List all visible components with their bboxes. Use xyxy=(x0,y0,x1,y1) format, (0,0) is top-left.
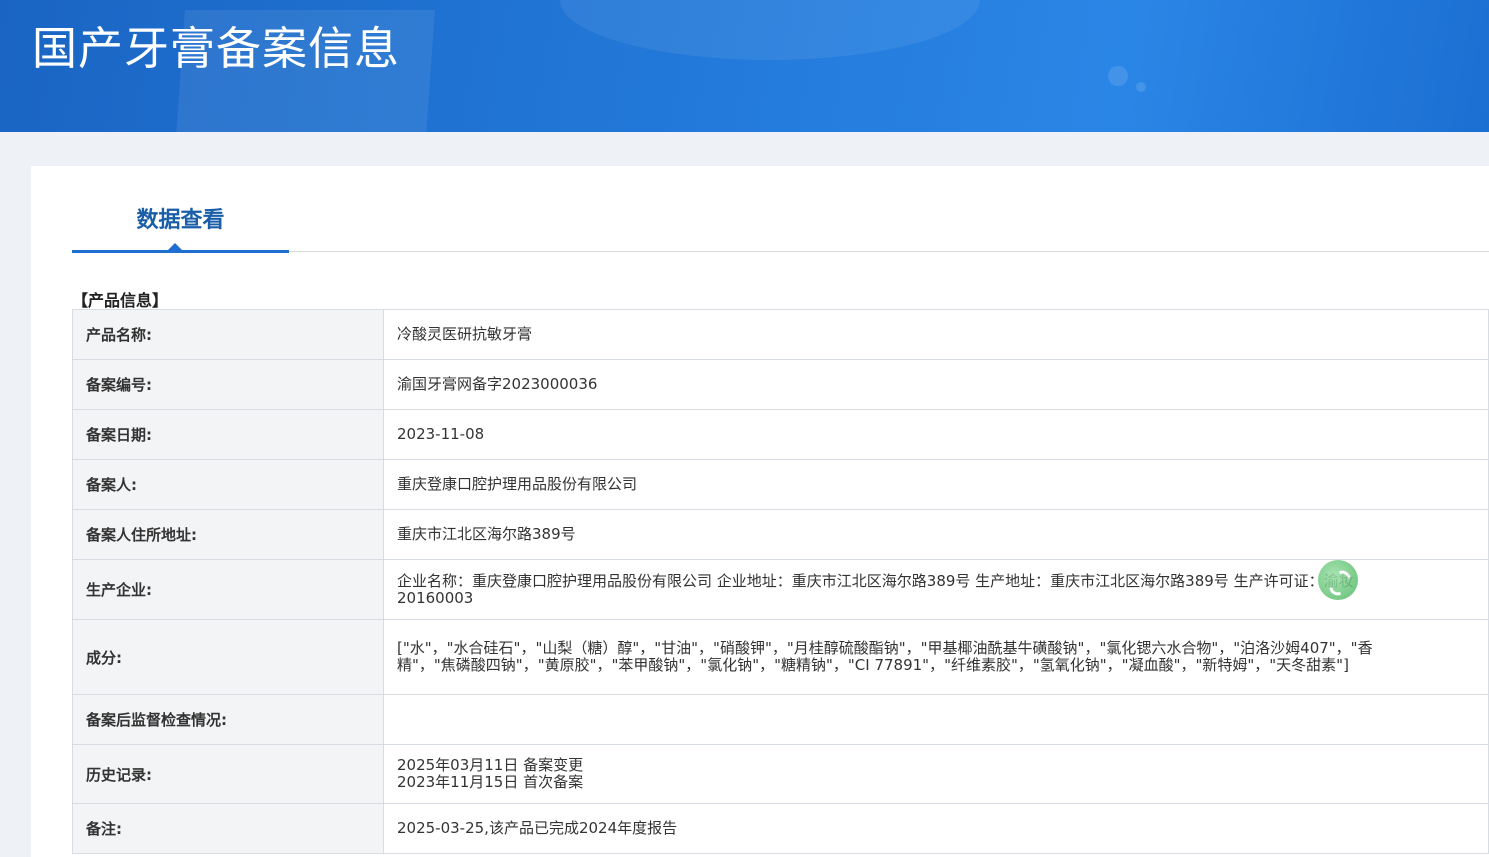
page-title: 国产牙膏备案信息 xyxy=(32,22,401,75)
table-row: 备案后监督检查情况: xyxy=(72,694,1489,745)
field-value: 2025-03-25,该产品已完成2024年度报告 xyxy=(383,803,1489,854)
table-row: 备案人: 重庆登康口腔护理用品股份有限公司 xyxy=(72,459,1489,510)
field-label: 生产企业: xyxy=(72,559,384,620)
field-value: 2023-11-08 xyxy=(383,409,1489,460)
header-banner: 国产牙膏备案信息 xyxy=(0,0,1489,132)
field-label: 备案编号: xyxy=(72,359,384,410)
table-row: 生产企业: 企业名称：重庆登康口腔护理用品股份有限公司 企业地址：重庆市江北区海… xyxy=(72,559,1489,620)
tab-caret-icon xyxy=(168,243,182,250)
field-label: 产品名称: xyxy=(72,309,384,360)
field-value: ["水"，"水合硅石"，"山梨（糖）醇"，"甘油"，"硝酸钾"，"月桂醇硫酸酯钠… xyxy=(383,619,1489,695)
field-value: 2025年03月11日 备案变更 2023年11月15日 首次备案 xyxy=(383,744,1489,804)
field-label: 备案后监督检查情况: xyxy=(72,694,384,745)
content-panel: 数据查看 【产品信息】 产品名称: 冷酸灵医研抗敏牙膏 备案编号: 渝国牙膏网备… xyxy=(31,166,1489,857)
table-row: 备案编号: 渝国牙膏网备字2023000036 xyxy=(72,359,1489,410)
history-entry: 2025年03月11日 备案变更 xyxy=(397,756,584,774)
field-value: 渝国牙膏网备字2023000036 xyxy=(383,359,1489,410)
table-row: 备注: 2025-03-25,该产品已完成2024年度报告 xyxy=(72,803,1489,854)
banner-decoration xyxy=(560,0,980,60)
banner-decoration xyxy=(1108,66,1128,86)
banner-decoration xyxy=(1136,82,1146,92)
table-row: 成分: ["水"，"水合硅石"，"山梨（糖）醇"，"甘油"，"硝酸钾"，"月桂醇… xyxy=(72,619,1489,695)
history-entry: 2023年11月15日 首次备案 xyxy=(397,773,584,791)
field-value xyxy=(383,694,1489,745)
table-row: 备案人住所地址: 重庆市江北区海尔路389号 xyxy=(72,509,1489,560)
table-row: 备案日期: 2023-11-08 xyxy=(72,409,1489,460)
field-value: 重庆登康口腔护理用品股份有限公司 xyxy=(383,459,1489,510)
field-label: 备案人住所地址: xyxy=(72,509,384,560)
field-value: 重庆市江北区海尔路389号 xyxy=(383,509,1489,560)
field-label: 历史记录: xyxy=(72,744,384,804)
tab-active-indicator xyxy=(72,250,289,253)
field-label: 备注: xyxy=(72,803,384,854)
tab-divider xyxy=(289,251,1489,252)
field-label: 备案人: xyxy=(72,459,384,510)
tab-label: 数据查看 xyxy=(136,208,225,233)
field-label: 备案日期: xyxy=(72,409,384,460)
field-label: 成分: xyxy=(72,619,384,695)
table-row: 产品名称: 冷酸灵医研抗敏牙膏 xyxy=(72,309,1489,360)
section-title: 【产品信息】 xyxy=(72,291,169,310)
table-row: 历史记录: 2025年03月11日 备案变更 2023年11月15日 首次备案 xyxy=(72,744,1489,804)
product-info-table: 产品名称: 冷酸灵医研抗敏牙膏 备案编号: 渝国牙膏网备字2023000036 … xyxy=(72,309,1489,854)
field-value: 冷酸灵医研抗敏牙膏 xyxy=(383,309,1489,360)
floating-logo-icon[interactable] xyxy=(1318,560,1358,600)
